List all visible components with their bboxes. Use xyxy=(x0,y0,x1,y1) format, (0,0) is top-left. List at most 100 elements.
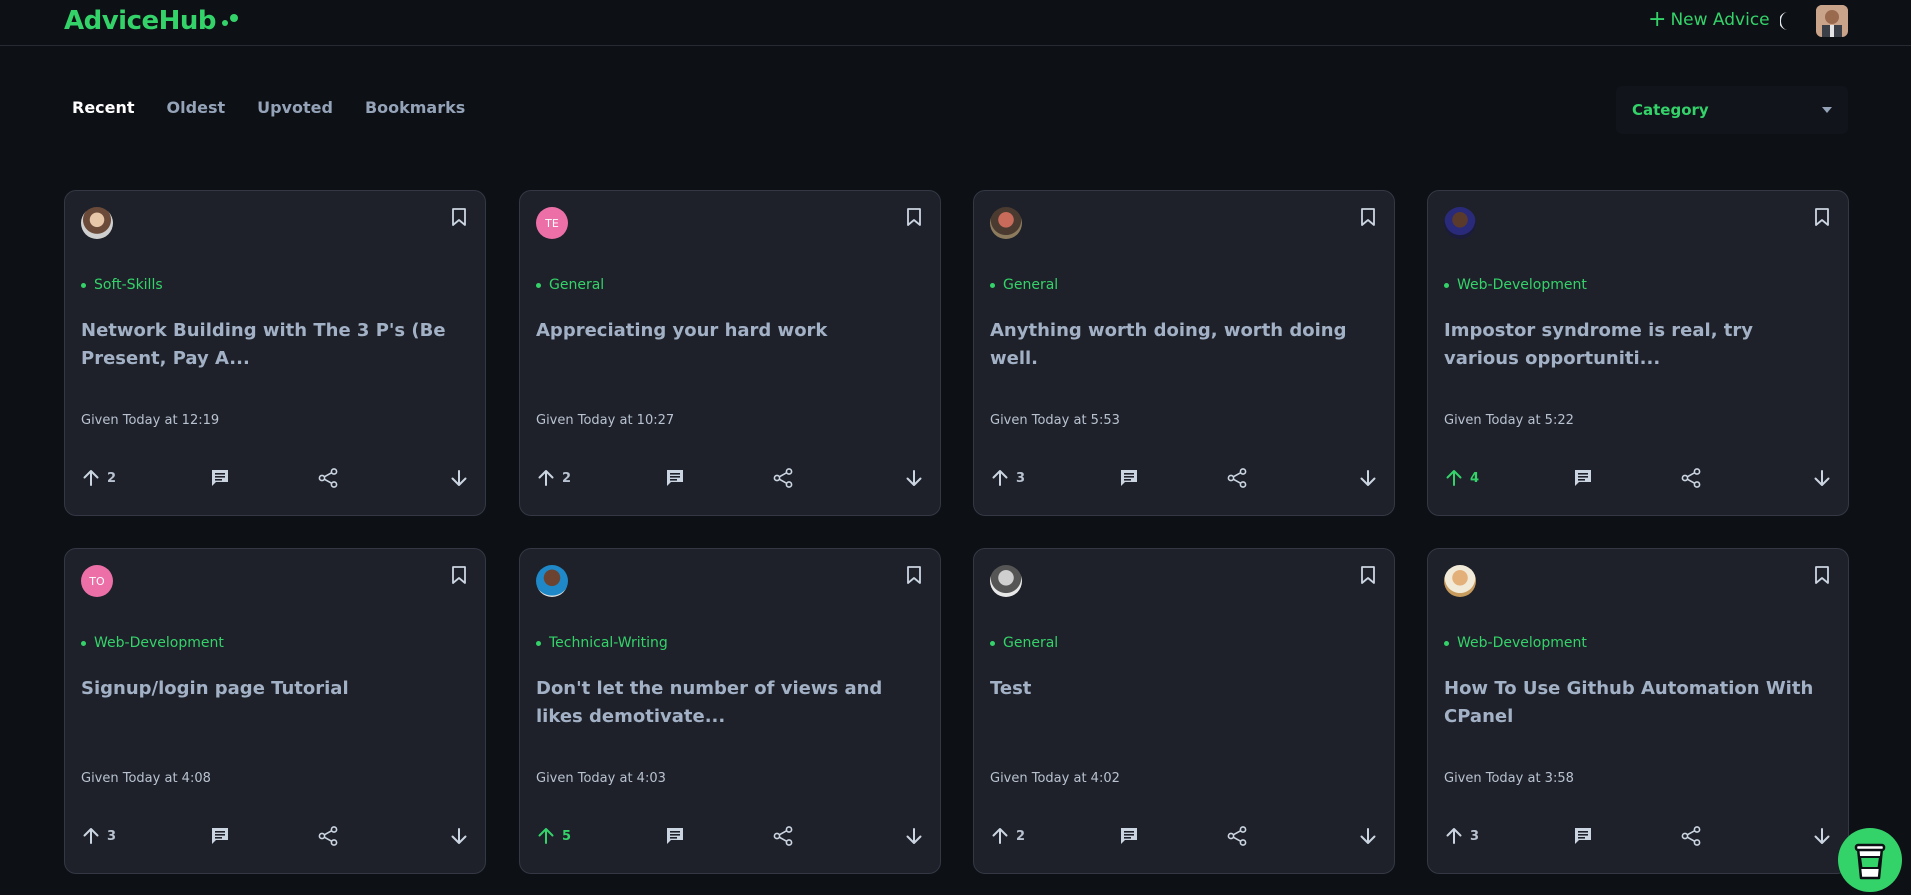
comment-button[interactable] xyxy=(664,465,686,491)
logo-text[interactable]: AdviceHub xyxy=(64,6,217,36)
advice-title[interactable]: Don't let the number of views and likes … xyxy=(536,675,916,731)
comment-button[interactable] xyxy=(209,823,231,849)
category-label: Web-Development xyxy=(1457,277,1587,293)
bookmark-icon[interactable] xyxy=(906,207,922,227)
buy-me-a-coffee-button[interactable] xyxy=(1838,828,1902,892)
upvote-button[interactable]: 4 xyxy=(1444,465,1479,491)
category-dot-icon xyxy=(536,282,541,288)
downvote-button[interactable] xyxy=(904,823,924,849)
user-avatar[interactable] xyxy=(1816,5,1848,37)
upvote-button[interactable]: 3 xyxy=(1444,823,1479,849)
app-logo[interactable]: AdviceHub xyxy=(64,6,239,36)
downvote-button[interactable] xyxy=(1812,823,1832,849)
tab-recent[interactable]: Recent xyxy=(72,98,135,117)
category-select[interactable]: Category xyxy=(1616,86,1848,134)
downvote-button[interactable] xyxy=(1358,465,1378,491)
downvote-button[interactable] xyxy=(1358,823,1378,849)
share-icon xyxy=(318,468,338,488)
given-timestamp: Given Today at 5:22 xyxy=(1444,413,1574,428)
arrow-down-icon xyxy=(906,470,922,486)
advice-card[interactable]: Soft-Skills Network Building with The 3 … xyxy=(64,190,486,516)
bookmark-icon[interactable] xyxy=(1360,565,1376,585)
bookmark-icon[interactable] xyxy=(1814,207,1830,227)
advice-title[interactable]: Appreciating your hard work xyxy=(536,317,916,345)
category-label: General xyxy=(549,277,605,293)
comment-button[interactable] xyxy=(664,823,686,849)
comment-button[interactable] xyxy=(1118,465,1140,491)
advice-card[interactable]: Technical-Writing Don't let the number o… xyxy=(519,548,941,874)
upvote-button[interactable]: 2 xyxy=(81,465,116,491)
given-timestamp: Given Today at 4:03 xyxy=(536,771,666,786)
author-avatar[interactable] xyxy=(990,565,1022,597)
downvote-button[interactable] xyxy=(904,465,924,491)
advice-title[interactable]: Network Building with The 3 P's (Be Pres… xyxy=(81,317,461,373)
share-button[interactable] xyxy=(1680,823,1702,849)
category-tag[interactable]: General xyxy=(990,277,1058,293)
category-tag[interactable]: General xyxy=(990,635,1058,651)
share-icon xyxy=(1681,826,1701,846)
upvote-button[interactable]: 3 xyxy=(990,465,1025,491)
card-actions: 4 xyxy=(1444,465,1832,491)
comment-button[interactable] xyxy=(1572,465,1594,491)
upvote-count: 2 xyxy=(1016,828,1026,844)
new-advice-button[interactable]: + New Advice xyxy=(1648,9,1770,31)
category-tag[interactable]: Web-Development xyxy=(1444,277,1587,293)
share-button[interactable] xyxy=(317,823,339,849)
comment-button[interactable] xyxy=(1572,823,1594,849)
downvote-button[interactable] xyxy=(1812,465,1832,491)
author-avatar[interactable] xyxy=(1444,565,1476,597)
upvote-count: 4 xyxy=(1470,470,1480,486)
bookmark-icon[interactable] xyxy=(451,207,467,227)
advice-card[interactable]: General Anything worth doing, worth doin… xyxy=(973,190,1395,516)
comment-button[interactable] xyxy=(209,465,231,491)
category-tag[interactable]: Technical-Writing xyxy=(536,635,668,651)
advice-card[interactable]: General Test Given Today at 4:02 2 xyxy=(973,548,1395,874)
downvote-button[interactable] xyxy=(449,465,469,491)
upvote-button[interactable]: 2 xyxy=(990,823,1025,849)
category-tag[interactable]: Soft-Skills xyxy=(81,277,163,293)
share-button[interactable] xyxy=(317,465,339,491)
upvote-button[interactable]: 3 xyxy=(81,823,116,849)
bookmark-icon[interactable] xyxy=(906,565,922,585)
share-button[interactable] xyxy=(1680,465,1702,491)
advice-title[interactable]: Anything worth doing, worth doing well. xyxy=(990,317,1370,373)
share-button[interactable] xyxy=(772,465,794,491)
author-avatar[interactable]: TO xyxy=(81,565,113,597)
author-avatar[interactable] xyxy=(990,207,1022,239)
coffee-cup-icon xyxy=(1854,843,1886,880)
advice-card[interactable]: Web-Development Impostor syndrome is rea… xyxy=(1427,190,1849,516)
bookmark-icon[interactable] xyxy=(1814,565,1830,585)
arrow-up-icon xyxy=(83,470,99,486)
tab-oldest[interactable]: Oldest xyxy=(167,98,226,117)
author-avatar[interactable] xyxy=(81,207,113,239)
advice-card[interactable]: TE General Appreciating your hard work G… xyxy=(519,190,941,516)
arrow-up-icon xyxy=(538,470,554,486)
advice-title[interactable]: Test xyxy=(990,675,1370,703)
bookmark-icon[interactable] xyxy=(1360,207,1376,227)
share-button[interactable] xyxy=(772,823,794,849)
share-button[interactable] xyxy=(1226,465,1248,491)
category-tag[interactable]: General xyxy=(536,277,604,293)
upvote-button[interactable]: 2 xyxy=(536,465,571,491)
category-tag[interactable]: Web-Development xyxy=(1444,635,1587,651)
share-icon xyxy=(1227,826,1247,846)
author-avatar[interactable]: TE xyxy=(536,207,568,239)
advice-title[interactable]: How To Use Github Automation With CPanel xyxy=(1444,675,1824,731)
category-dot-icon xyxy=(1444,282,1449,288)
downvote-button[interactable] xyxy=(449,823,469,849)
theme-toggle-moon-icon[interactable] xyxy=(1780,11,1798,31)
category-tag[interactable]: Web-Development xyxy=(81,635,224,651)
advice-title[interactable]: Signup/login page Tutorial xyxy=(81,675,461,703)
tab-upvoted[interactable]: Upvoted xyxy=(257,98,333,117)
card-actions: 2 xyxy=(990,823,1378,849)
advice-card[interactable]: Web-Development How To Use Github Automa… xyxy=(1427,548,1849,874)
advice-title[interactable]: Impostor syndrome is real, try various o… xyxy=(1444,317,1824,373)
comment-button[interactable] xyxy=(1118,823,1140,849)
author-avatar[interactable] xyxy=(1444,207,1476,239)
author-avatar[interactable] xyxy=(536,565,568,597)
advice-card[interactable]: TO Web-Development Signup/login page Tut… xyxy=(64,548,486,874)
share-button[interactable] xyxy=(1226,823,1248,849)
upvote-button[interactable]: 5 xyxy=(536,823,571,849)
tab-bookmarks[interactable]: Bookmarks xyxy=(365,98,465,117)
bookmark-icon[interactable] xyxy=(451,565,467,585)
